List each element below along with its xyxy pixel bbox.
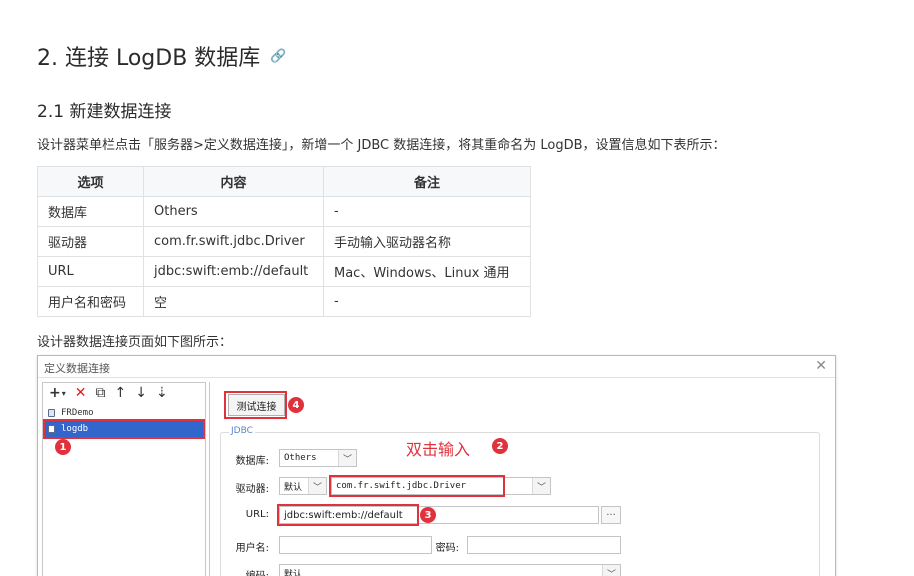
connection-toolbar: + ▾ ✕ ⧉ ↑ ↓ ⇣ <box>43 383 205 403</box>
connection-label: FRDemo <box>61 408 94 418</box>
username-input[interactable] <box>279 536 432 554</box>
username-label: 用户名: <box>235 543 269 554</box>
settings-table: 选项 内容 备注 数据库 Others - 驱动器 com.fr.swift.j… <box>37 166 531 317</box>
table-cell: 数据库 <box>37 196 144 227</box>
table-row: URL jdbc:swift:emb://default Mac、Windows… <box>37 256 531 287</box>
connection-list-panel: + ▾ ✕ ⧉ ↑ ↓ ⇣ FRDemo logdb 1 <box>42 382 206 576</box>
database-label: 数据库: <box>235 456 269 467</box>
dialog-titlebar: 定义数据连接 ✕ <box>38 356 835 378</box>
table-cell: URL <box>37 256 144 287</box>
database-value: Others <box>284 453 317 463</box>
password-label: 密码: <box>435 543 459 554</box>
encoding-label: 编码: <box>221 567 269 576</box>
url-label: URL: <box>245 509 269 520</box>
move-down-icon[interactable]: ↓ <box>135 385 147 401</box>
heading-title: 2. 连接 LogDB 数据库 <box>37 46 261 71</box>
link-icon[interactable]: 🔗 <box>270 49 286 64</box>
section-subheading: 2.1 新建数据连接 <box>37 102 172 122</box>
driver-label: 驱动器: <box>235 484 269 495</box>
delete-icon[interactable]: ✕ <box>75 385 87 401</box>
table-cell: 手动输入驱动器名称 <box>323 226 531 257</box>
dialog-title: 定义数据连接 <box>44 362 110 375</box>
data-connection-dialog: 定义数据连接 ✕ + ▾ ✕ ⧉ ↑ ↓ ⇣ FRDemo logdb 1 测试… <box>37 355 836 576</box>
chevron-down-icon[interactable]: ﹀ <box>602 565 620 576</box>
add-icon[interactable]: + <box>49 385 61 401</box>
table-cell: 空 <box>143 286 324 317</box>
password-input[interactable] <box>467 536 621 554</box>
url-more-button[interactable]: ··· <box>601 506 621 524</box>
database-icon <box>48 409 55 417</box>
intro-paragraph: 设计器菜单栏点击「服务器>定义数据连接」，新增一个 JDBC 数据连接，将其重命… <box>37 138 726 153</box>
table-row: 驱动器 com.fr.swift.jdbc.Driver 手动输入驱动器名称 <box>37 226 531 257</box>
page-heading: 2. 连接 LogDB 数据库 🔗 <box>37 40 287 72</box>
step-badge-2: 2 <box>492 438 508 454</box>
table-header-cell: 内容 <box>143 166 324 197</box>
table-cell: Others <box>143 196 324 227</box>
table-header-cell: 选项 <box>37 166 144 197</box>
table-cell: - <box>323 196 531 227</box>
table-cell: 驱动器 <box>37 226 144 257</box>
encoding-select[interactable]: 默认 ﹀ <box>279 564 621 576</box>
table-cell: Mac、Windows、Linux 通用 <box>323 256 531 287</box>
move-up-icon[interactable]: ↑ <box>114 385 126 401</box>
connection-settings-panel: 测试连接 4 JDBC 数据库: Others ﹀ 双击输入 2 驱动器: 默认… <box>209 382 829 576</box>
step-badge-1: 1 <box>55 439 71 455</box>
group-label: JDBC <box>229 426 255 436</box>
highlight-box <box>224 391 287 419</box>
sort-icon[interactable]: ⇣ <box>156 385 168 401</box>
highlight-box <box>329 475 505 497</box>
chevron-down-icon[interactable]: ﹀ <box>532 478 550 494</box>
step-badge-3: 3 <box>420 507 436 523</box>
chevron-down-icon[interactable]: ﹀ <box>338 450 356 466</box>
table-row: 用户名和密码 空 - <box>37 286 531 317</box>
close-icon[interactable]: ✕ <box>815 358 827 374</box>
table-header-cell: 备注 <box>323 166 531 197</box>
table-cell: jdbc:swift:emb://default <box>143 256 324 287</box>
table-cell: 用户名和密码 <box>37 286 144 317</box>
database-select[interactable]: Others ﹀ <box>279 449 357 467</box>
jdbc-settings-group: JDBC 数据库: Others ﹀ 双击输入 2 驱动器: 默认 ﹀ com.… <box>220 426 820 576</box>
highlight-box <box>43 419 205 439</box>
chevron-down-icon[interactable]: ﹀ <box>308 478 326 494</box>
driver-mode-value: 默认 <box>284 482 303 493</box>
copy-icon[interactable]: ⧉ <box>95 385 105 401</box>
table-cell: - <box>323 286 531 317</box>
table-header-row: 选项 内容 备注 <box>37 166 531 197</box>
caption-paragraph: 设计器数据连接页面如下图所示： <box>37 335 233 350</box>
table-row: 数据库 Others - <box>37 196 531 227</box>
step-badge-4: 4 <box>288 397 304 413</box>
add-dropdown-icon[interactable]: ▾ <box>62 389 66 398</box>
highlight-box <box>277 504 419 526</box>
driver-mode-select[interactable]: 默认 ﹀ <box>279 477 327 495</box>
encoding-value: 默认 <box>284 569 303 576</box>
double-click-hint: 双击输入 <box>406 440 471 459</box>
table-cell: com.fr.swift.jdbc.Driver <box>143 226 324 257</box>
